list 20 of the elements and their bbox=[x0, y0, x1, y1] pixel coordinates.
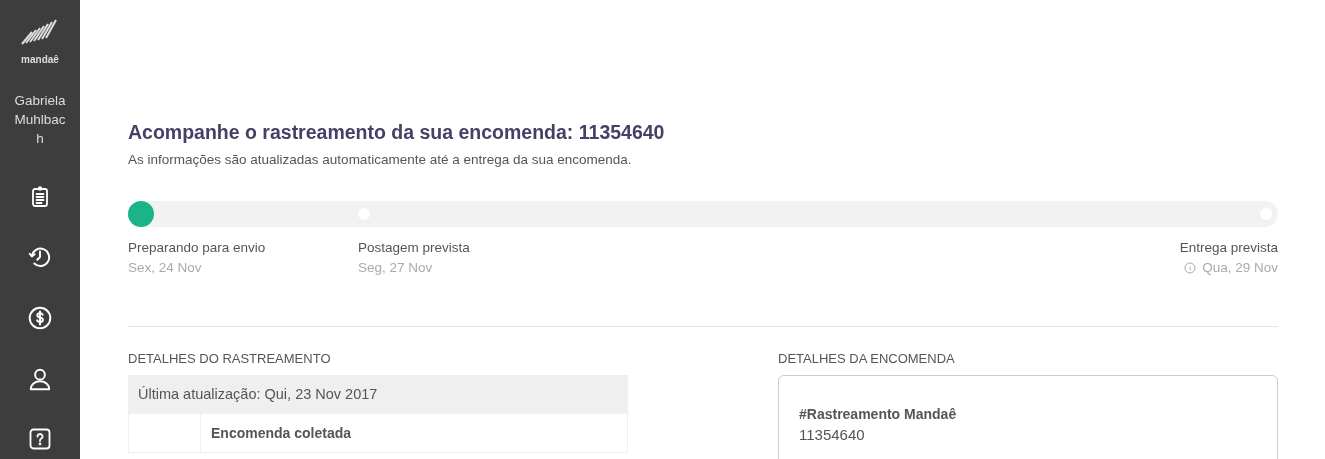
section-heading: DETALHES DO RASTREAMENTO bbox=[128, 351, 332, 366]
help-icon[interactable] bbox=[28, 427, 52, 451]
page-subtitle: As informações são atualizadas automaticamente até a entrega da sua encomenda. bbox=[128, 152, 633, 167]
section-heading: DETALHES DA ENCOMENDA bbox=[778, 351, 956, 366]
info-icon bbox=[1184, 261, 1197, 274]
step-label: Preparando para envio bbox=[128, 240, 267, 255]
user-icon[interactable] bbox=[27, 366, 53, 392]
step-date: Qua, 29 Nov bbox=[1202, 260, 1278, 275]
event-title: Encomenda coletada bbox=[211, 425, 352, 441]
last-update-bar: Última atualização: Qui, 23 Nov 2017 bbox=[128, 375, 628, 414]
field-value: 11354640 bbox=[799, 426, 866, 443]
dollar-icon[interactable] bbox=[27, 305, 53, 331]
step-date: Sex, 24 Nov bbox=[128, 260, 202, 275]
brand-name: mandaê bbox=[21, 54, 59, 65]
step-date: Seg, 27 Nov bbox=[358, 260, 433, 275]
field-label: #Rastreamento Mandaê bbox=[799, 406, 958, 422]
step-label: Entrega prevista bbox=[1179, 240, 1278, 255]
page-title: Acompanhe o rastreamento da sua encomenda: 11354640 bbox=[128, 121, 666, 144]
user-name: Gabriela Muhlbach bbox=[13, 92, 67, 148]
step-label: Postagem prevista bbox=[358, 240, 471, 255]
